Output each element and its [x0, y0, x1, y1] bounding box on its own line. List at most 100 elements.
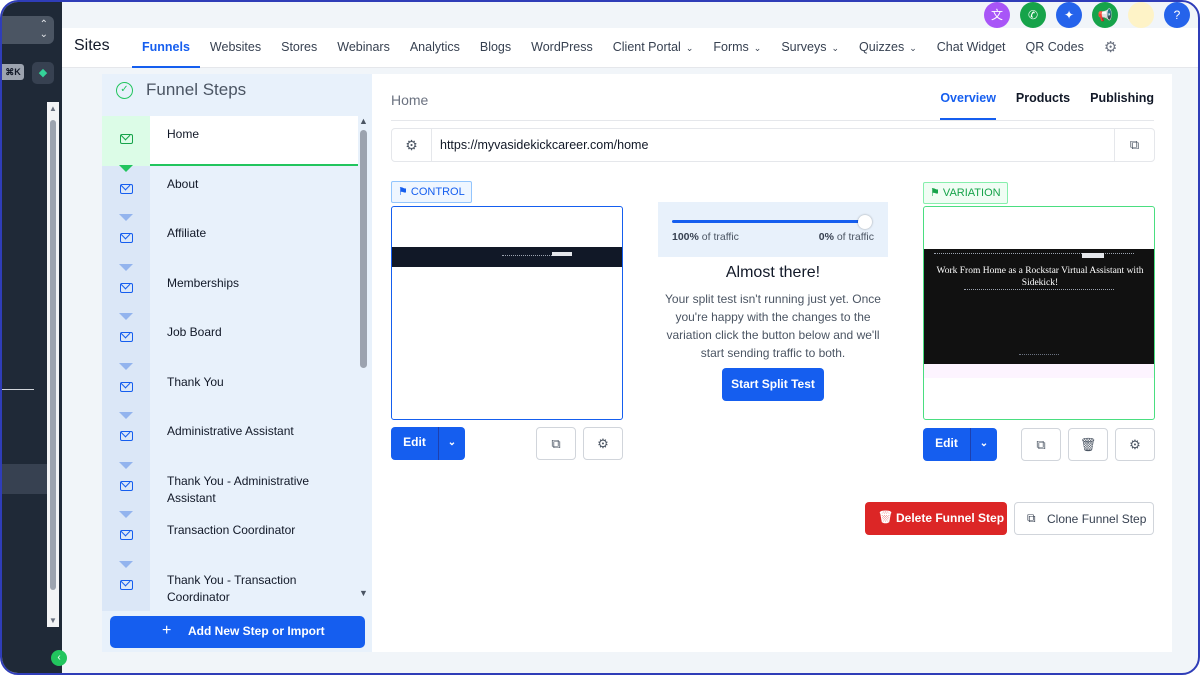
control-settings-gear-icon[interactable]: ⚙ — [583, 427, 623, 460]
control-badge: ⚑ CONTROL — [391, 181, 472, 203]
url-settings-gear-icon[interactable]: ⚙ — [392, 129, 432, 161]
step-icon-column — [102, 511, 150, 562]
step-connector-icon — [119, 412, 133, 419]
step-label: Job Board — [167, 325, 222, 339]
variation-badge: ⚑ VARIATION — [923, 182, 1008, 204]
chevron-down-icon[interactable]: ⌄ — [970, 428, 997, 461]
variation-open-external-icon[interactable]: ⧉ — [1021, 428, 1061, 461]
funnel-step-item[interactable]: Thank You - Transaction Coordinator — [102, 560, 358, 611]
variation-preview[interactable]: Work From Home as a Rockstar Virtual Ass… — [923, 206, 1155, 420]
control-edit-button: Edit ⌄ — [391, 427, 465, 460]
nav-tab-client-portal[interactable]: Client Portal ⌄ — [603, 28, 704, 68]
funnel-step-item[interactable]: Affiliate — [102, 214, 358, 265]
delete-funnel-step-button[interactable]: 🗑 Delete Funnel Step — [865, 502, 1007, 535]
nav-tab-surveys[interactable]: Surveys ⌄ — [771, 28, 849, 68]
variation-delete-trash-icon[interactable]: 🗑 — [1068, 428, 1108, 461]
nav-tab-webinars[interactable]: Webinars — [327, 28, 400, 68]
tab-publishing[interactable]: Publishing — [1090, 74, 1154, 120]
nav-tab-forms[interactable]: Forms ⌄ — [703, 28, 771, 68]
nav-tab-wordpress[interactable]: WordPress — [521, 28, 603, 68]
mail-icon — [120, 282, 133, 293]
chevron-down-icon: ⌄ — [685, 43, 694, 53]
add-step-button[interactable]: + Add New Step or Import — [110, 616, 365, 648]
step-icon-column — [102, 164, 150, 215]
traffic-slider-track[interactable] — [672, 220, 866, 223]
check-circle-icon: ✓ — [116, 82, 133, 99]
edit-button[interactable]: Edit — [923, 428, 970, 461]
chevron-down-icon[interactable]: ⌄ — [438, 427, 465, 460]
scrollbar-thumb[interactable] — [360, 130, 367, 368]
scroll-down-icon[interactable]: ▼ — [359, 588, 368, 598]
control-preview[interactable] — [391, 206, 623, 420]
step-connector-icon — [119, 461, 133, 469]
step-icon-column — [102, 116, 150, 166]
notification-icon[interactable] — [1128, 2, 1154, 28]
step-icon-column — [102, 313, 150, 364]
tab-overview[interactable]: Overview — [940, 74, 996, 120]
traffic-slider-handle[interactable] — [858, 215, 872, 229]
scroll-down-icon[interactable]: ▼ — [49, 616, 57, 625]
nav-tab-chat-widget[interactable]: Chat Widget — [927, 28, 1016, 68]
settings-gear-icon[interactable]: ⚙ — [1104, 38, 1124, 58]
quick-search-shortcut[interactable]: ⌘K — [2, 64, 24, 80]
phone-icon[interactable]: ✆ — [1020, 2, 1046, 28]
funnel-step-item[interactable]: About — [102, 164, 358, 215]
nav-tab-stores[interactable]: Stores — [271, 28, 327, 68]
step-label-column: Thank You - Administrative Assistant — [150, 463, 358, 513]
funnel-step-item[interactable]: Thank You — [102, 362, 358, 413]
open-external-icon[interactable]: ⧉ — [1114, 129, 1154, 161]
edit-button[interactable]: Edit — [391, 427, 438, 460]
preview-hero: Work From Home as a Rockstar Virtual Ass… — [924, 249, 1154, 364]
nav-tab-label: QR Codes — [1025, 40, 1084, 54]
scrollbar-thumb[interactable] — [50, 120, 56, 590]
step-url[interactable]: https://myvasidekickcareer.com/home — [440, 138, 648, 152]
variation-edit-button: Edit ⌄ — [923, 428, 997, 461]
trash-icon: 🗑 — [878, 510, 894, 524]
nav-tab-analytics[interactable]: Analytics — [400, 28, 470, 68]
control-open-external-icon[interactable]: ⧉ — [536, 427, 576, 460]
mail-icon — [120, 431, 133, 441]
help-icon[interactable]: ? — [1164, 2, 1190, 28]
chevron-down-icon: ⌄ — [753, 43, 762, 53]
collapse-sidebar-icon[interactable]: ‹ — [51, 650, 67, 666]
sparkle-icon[interactable]: ✦ — [1056, 2, 1082, 28]
nav-tab-label: Funnels — [142, 40, 190, 54]
funnel-step-item[interactable]: Thank You - Administrative Assistant — [102, 461, 358, 513]
sidebar-item-active[interactable] — [2, 464, 47, 494]
nav-tab-label: Webinars — [337, 40, 390, 54]
scroll-up-icon[interactable]: ▲ — [359, 116, 368, 126]
variation-badge-label: VARIATION — [942, 187, 1001, 199]
divider — [391, 120, 1154, 121]
step-icon-column — [102, 560, 150, 611]
step-label-column: Memberships — [150, 265, 358, 315]
nav-tab-blogs[interactable]: Blogs — [470, 28, 521, 68]
start-split-test-button[interactable]: Start Split Test — [722, 368, 824, 401]
translate-icon[interactable]: 文 — [984, 2, 1010, 28]
funnel-step-item[interactable]: Job Board — [102, 313, 358, 364]
mail-icon — [120, 480, 133, 491]
step-label: Thank You — [167, 374, 224, 389]
tab-products[interactable]: Products — [1016, 74, 1070, 120]
funnel-step-item[interactable]: Home — [102, 116, 358, 166]
funnel-step-item[interactable]: Transaction Coordinator — [102, 511, 358, 562]
nav-tab-websites[interactable]: Websites — [200, 28, 271, 68]
sidebar-scrollbar[interactable]: ▲ ▼ — [47, 102, 59, 627]
nav-tab-quizzes[interactable]: Quizzes ⌄ — [849, 28, 927, 68]
step-connector-icon — [119, 313, 133, 320]
step-icon-column — [102, 263, 150, 314]
steps-scrollbar[interactable]: ▲ ▼ — [358, 116, 370, 598]
funnel-step-item[interactable]: Administrative Assistant — [102, 412, 358, 463]
clone-funnel-step-button[interactable]: ⧉ Clone Funnel Step — [1014, 502, 1154, 535]
nav-tab-funnels[interactable]: Funnels — [132, 28, 200, 68]
mail-icon — [120, 332, 133, 342]
control-traffic-label: 100% of traffic — [672, 231, 739, 243]
funnel-step-item[interactable]: Memberships — [102, 263, 358, 315]
sparkle-icon[interactable]: ◆ — [32, 62, 54, 84]
nav-tab-qr-codes[interactable]: QR Codes — [1016, 28, 1094, 68]
location-switcher[interactable]: ⌃ ⌄ — [2, 16, 54, 44]
variation-settings-gear-icon[interactable]: ⚙ — [1115, 428, 1155, 461]
step-icon-column — [102, 412, 150, 463]
step-label: Thank You - Administrative Assistant — [167, 473, 310, 505]
scroll-up-icon[interactable]: ▲ — [49, 104, 57, 113]
megaphone-icon[interactable]: 📢 — [1092, 2, 1118, 28]
